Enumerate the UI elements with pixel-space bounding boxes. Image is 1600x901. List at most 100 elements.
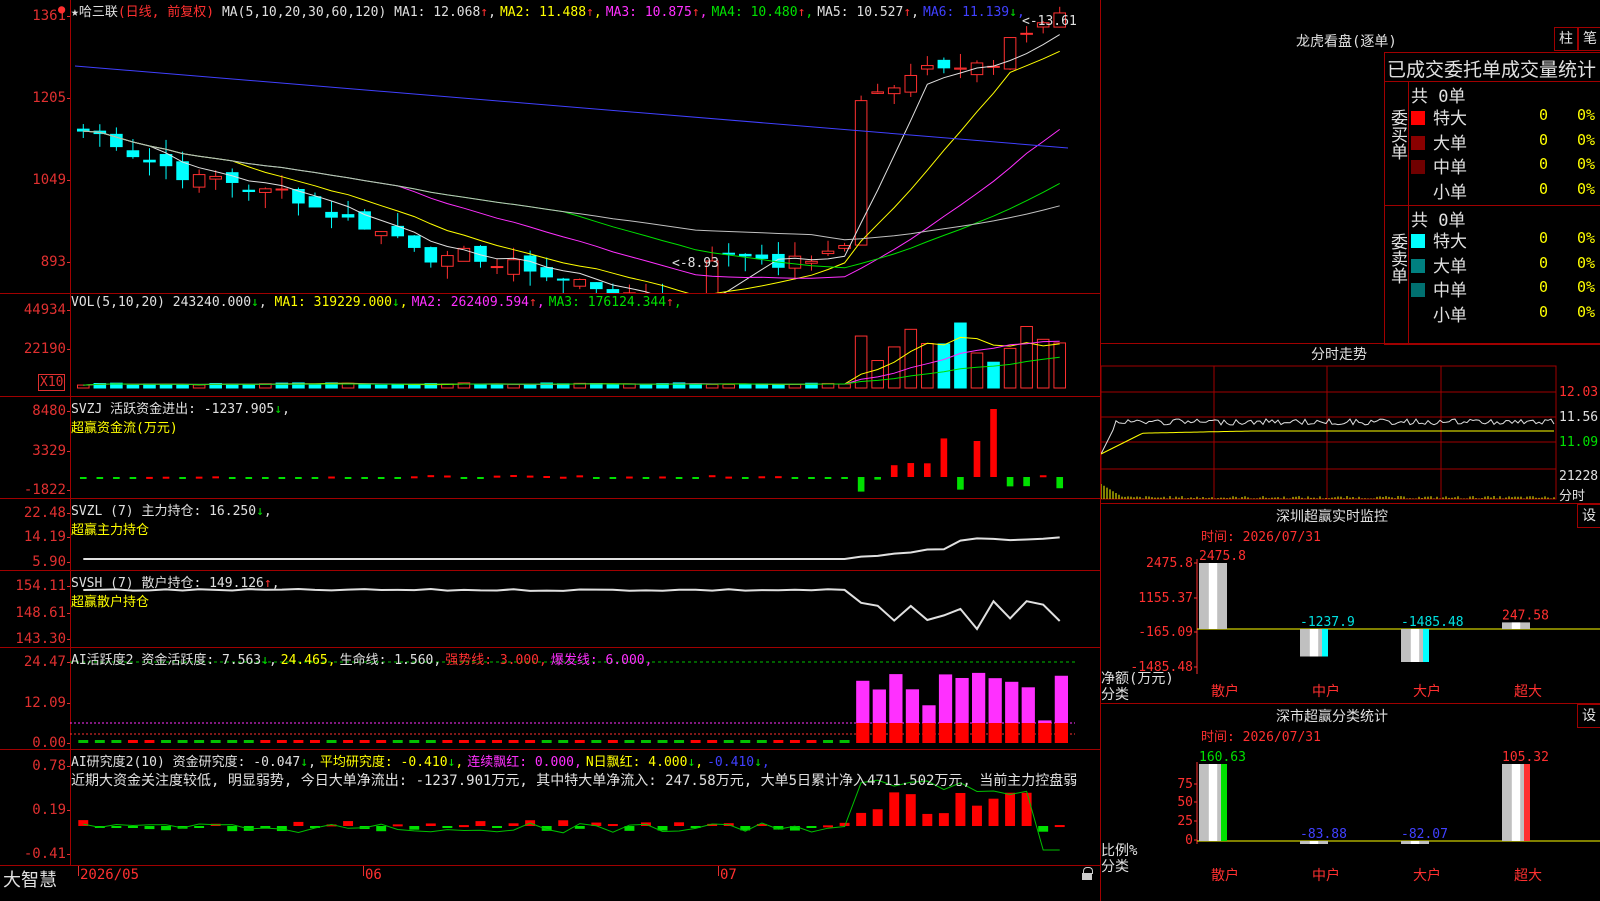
flow-bar xyxy=(659,476,666,478)
activity-bar-small xyxy=(608,740,618,743)
activity-bar-magenta xyxy=(1022,687,1035,723)
volume-panel[interactable]: 44934 22190 X10 VOL(5,10,20) 243240.000↓… xyxy=(0,294,1100,397)
candle-body xyxy=(938,60,950,68)
volume-bar xyxy=(408,385,420,388)
x-tick xyxy=(78,866,79,876)
lock-icon-body xyxy=(1082,873,1092,880)
flow-bar xyxy=(494,476,501,478)
legend-item: 强势线: 3.000, xyxy=(445,653,547,668)
research-bar xyxy=(442,826,452,828)
ai-research-panel[interactable]: 0.78 0.19 -0.41 AI研究度2(10) 资金研究度: -0.047… xyxy=(0,750,1100,865)
x-label: 2026/05 xyxy=(80,867,139,883)
activity-bar-red xyxy=(873,723,886,743)
legend-item: MA2: 262409.594↑, xyxy=(412,295,545,310)
period-label[interactable]: (日线, 前复权) xyxy=(118,5,214,20)
research-bar xyxy=(823,825,833,827)
flow-bar xyxy=(841,477,848,479)
flow-bar xyxy=(394,477,401,479)
volume-bar xyxy=(773,385,785,388)
intraday-panel[interactable]: 分时走势 12.03 11.56 11.09 21228 分时 xyxy=(1100,343,1600,504)
svzj-title: SVZJ 活跃资金进出: -1237.905 xyxy=(71,402,274,417)
activity-bar-small xyxy=(724,740,734,743)
color-swatch xyxy=(1411,259,1425,273)
brand-logo[interactable]: 大智慧 xyxy=(3,866,57,892)
order-row: 大单00% xyxy=(1411,252,1600,276)
research-bar xyxy=(343,821,353,826)
candle-body xyxy=(127,151,139,157)
bar-mode-button[interactable]: 柱 xyxy=(1554,27,1578,51)
order-count: 0 xyxy=(1539,106,1548,124)
ma5-line xyxy=(83,131,1059,240)
activity-bar-red xyxy=(1005,723,1018,743)
svzl-panel[interactable]: 22.48 14.19 5.90 SVZL (7) 主力持仓: 16.250↓,… xyxy=(0,499,1100,571)
legend-item: MA1: 12.068↑, xyxy=(394,5,496,20)
candle-body xyxy=(822,251,834,253)
research-bar xyxy=(227,826,237,831)
activity-bar-magenta xyxy=(955,678,968,723)
classify-panel[interactable]: 深市超赢分类统计 设 时间: 2026/07/31 7550250160.63散… xyxy=(1100,703,1600,901)
candle-body xyxy=(508,260,520,275)
svzl-tail: , xyxy=(264,504,272,519)
research-bar xyxy=(989,799,999,826)
flow-bar xyxy=(295,477,302,479)
activity-bar-small xyxy=(757,740,767,743)
candle-body xyxy=(524,256,536,271)
flow-bar xyxy=(576,475,583,477)
svzj-panel[interactable]: 8480 3329 -1822 SVZJ 活跃资金进出: -1237.905↓,… xyxy=(0,397,1100,499)
kline-legend: ★哈三联(日线, 前复权) MA(5,10,20,30,60,120) MA1:… xyxy=(71,1,1029,20)
color-swatch xyxy=(1411,160,1425,174)
legend-item: MA4: 10.480↑, xyxy=(711,5,813,20)
flow-bar xyxy=(808,477,815,479)
flow-bar xyxy=(990,409,997,477)
flow-bar xyxy=(759,476,766,478)
volume-bar xyxy=(508,385,520,388)
activity-bar-small xyxy=(773,740,783,743)
activity-bar-small xyxy=(840,740,850,743)
flow-bar xyxy=(692,477,699,479)
volume-bar xyxy=(888,347,900,388)
flow-bar xyxy=(610,477,617,479)
flow-bar xyxy=(725,477,732,479)
bar-category-label: 中户 xyxy=(1312,683,1340,700)
activity-bar-red xyxy=(955,723,968,743)
ai-research-name: AI研究度2(10) xyxy=(71,755,165,770)
activity-bar-small xyxy=(277,740,287,743)
research-bar xyxy=(509,823,519,826)
svsh-arrow: ↑ xyxy=(264,576,272,591)
activity-bar-small xyxy=(161,740,171,743)
volume-bar xyxy=(392,385,404,388)
realtime-panel[interactable]: 深圳超赢实时监控 设 时间: 2026/07/31 2475.81155.37-… xyxy=(1100,503,1600,704)
activity-bar-small xyxy=(360,740,370,743)
activity-bar-small xyxy=(78,740,88,743)
svsh-panel[interactable]: 154.11 148.61 143.30 SVSH (7) 散户持仓: 149.… xyxy=(0,571,1100,648)
order-row: 小单00% xyxy=(1411,178,1600,202)
activity-bar-magenta xyxy=(873,689,886,723)
bar-category-label: 大户 xyxy=(1413,683,1441,700)
candle-body xyxy=(541,268,553,277)
intraday-chart[interactable] xyxy=(1101,344,1600,504)
realtime-chart: 2475.81155.37-165.09-1485.482475.8散户-123… xyxy=(1101,504,1600,704)
order-row: 中单00% xyxy=(1411,276,1600,300)
x-tick xyxy=(363,866,364,876)
flow-bar xyxy=(825,477,832,479)
activity-bar-small xyxy=(442,740,452,743)
bar-edge xyxy=(1322,629,1328,657)
research-bar xyxy=(492,826,502,828)
stock-name[interactable]: ★哈三联 xyxy=(71,5,118,20)
ai-active-panel[interactable]: 24.47 12.09 0.00 AI活跃度2 资金活跃度: 7.563↓,24… xyxy=(0,648,1100,750)
flow-bar xyxy=(924,463,931,477)
flow-bar xyxy=(974,441,981,477)
order-count: 0 xyxy=(1539,303,1548,321)
order-type-label: 中单 xyxy=(1433,281,1467,301)
bar-highlight xyxy=(1209,563,1217,629)
volume-bar xyxy=(475,385,487,388)
activity-bar-small xyxy=(790,740,800,743)
kline-chart[interactable] xyxy=(0,0,1100,293)
research-bar xyxy=(873,809,883,826)
volume-bar xyxy=(905,329,917,388)
pen-mode-button[interactable]: 笔 xyxy=(1578,27,1600,51)
order-count: 0 xyxy=(1539,155,1548,173)
volume-bar xyxy=(938,344,950,388)
kline-panel[interactable]: 1361 1205 1049 893 ● ★哈三联(日线, 前复权) MA(5,… xyxy=(0,0,1100,294)
legend-item: 爆发线: 6.000, xyxy=(551,653,653,668)
